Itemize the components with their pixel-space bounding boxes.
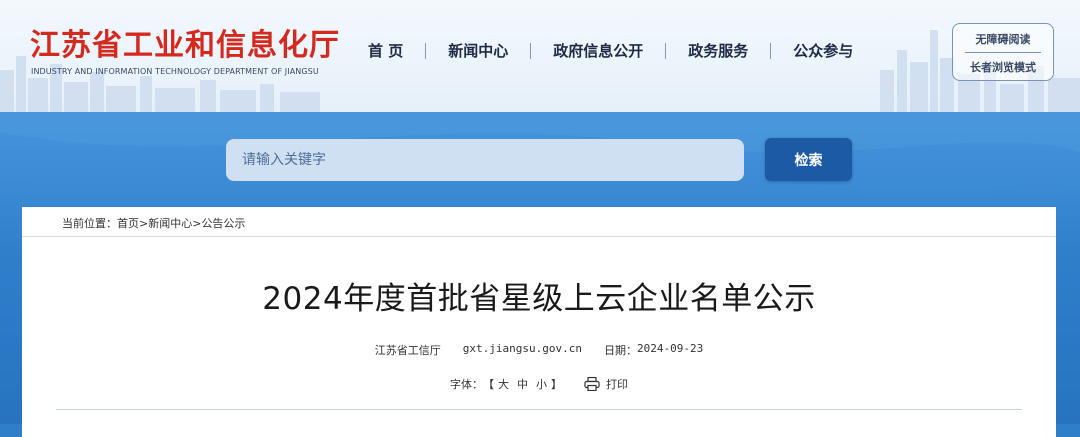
breadcrumb-notices[interactable]: 公告公示 [201, 217, 245, 230]
article-tools: 字体： 【 大 中 小 】 打印 [22, 376, 1056, 392]
date-label: 日期： [603, 344, 637, 357]
nav-item-public[interactable]: 公众参与 [793, 40, 853, 61]
breadcrumb-home[interactable]: 首页 [117, 217, 139, 230]
print-label: 打印 [606, 378, 628, 391]
article-source: 江苏省工信厅 [374, 344, 441, 357]
article-meta: 江苏省工信厅 gxt.jiangsu.gov.cn 日期： 2024-09-23 [22, 342, 1056, 358]
article-title: 2024年度首批省星级上云企业名单公示 [262, 281, 816, 317]
nav-item-services[interactable]: 政务服务 [688, 40, 748, 61]
nav-divider [770, 42, 772, 59]
site-subtitle: INDUSTRY AND INFORMATION TECHNOLOGY DEPA… [31, 67, 319, 76]
print-button[interactable]: 打印 [584, 376, 628, 392]
printer-icon [584, 377, 600, 391]
font-size-large-button[interactable]: 大 [498, 376, 509, 392]
nav-item-gov-info[interactable]: 政府信息公开 [553, 40, 643, 61]
site-header: 江苏省工业和信息化厅 INDUSTRY AND INFORMATION TECH… [0, 0, 1080, 112]
nav-item-news[interactable]: 新闻中心 [448, 40, 508, 61]
accessibility-panel: 无障碍阅读 长者浏览模式 [952, 23, 1054, 81]
font-size-small-button[interactable]: 小 [536, 376, 547, 392]
nav-divider [665, 42, 667, 59]
site-title[interactable]: 江苏省工业和信息化厅 [30, 20, 340, 64]
nav-item-home[interactable]: 首 页 [368, 40, 403, 61]
main-nav: 首 页 新闻中心 政府信息公开 政务服务 公众参与 [368, 40, 853, 61]
nav-divider [530, 42, 532, 59]
article-date: 2024-09-23 [636, 342, 704, 355]
breadcrumb: 当前位置：首页>新闻中心>公告公示 [62, 215, 245, 231]
search-button[interactable]: 检索 [765, 138, 852, 181]
bracket-close: 】 [551, 378, 562, 391]
search-input[interactable] [226, 139, 744, 181]
article-card: 当前位置：首页>新闻中心>公告公示 2024年度首批省星级上云企业名单公示 江苏… [22, 207, 1056, 437]
font-size-medium-button[interactable]: 中 [517, 376, 528, 392]
elder-mode-button[interactable]: 长者浏览模式 [953, 59, 1053, 75]
breadcrumb-separator: > [139, 217, 149, 230]
barrier-free-reading-button[interactable]: 无障碍阅读 [953, 31, 1053, 47]
divider [965, 52, 1041, 53]
breadcrumb-divider [22, 236, 1056, 237]
breadcrumb-prefix: 当前位置： [62, 217, 117, 230]
breadcrumb-news[interactable]: 新闻中心 [148, 217, 192, 230]
content-divider [56, 409, 1022, 410]
font-size-label: 字体： [450, 378, 483, 391]
article-domain: gxt.jiangsu.gov.cn [462, 342, 582, 355]
nav-divider [425, 42, 427, 59]
bracket-open: 【 [483, 378, 494, 391]
